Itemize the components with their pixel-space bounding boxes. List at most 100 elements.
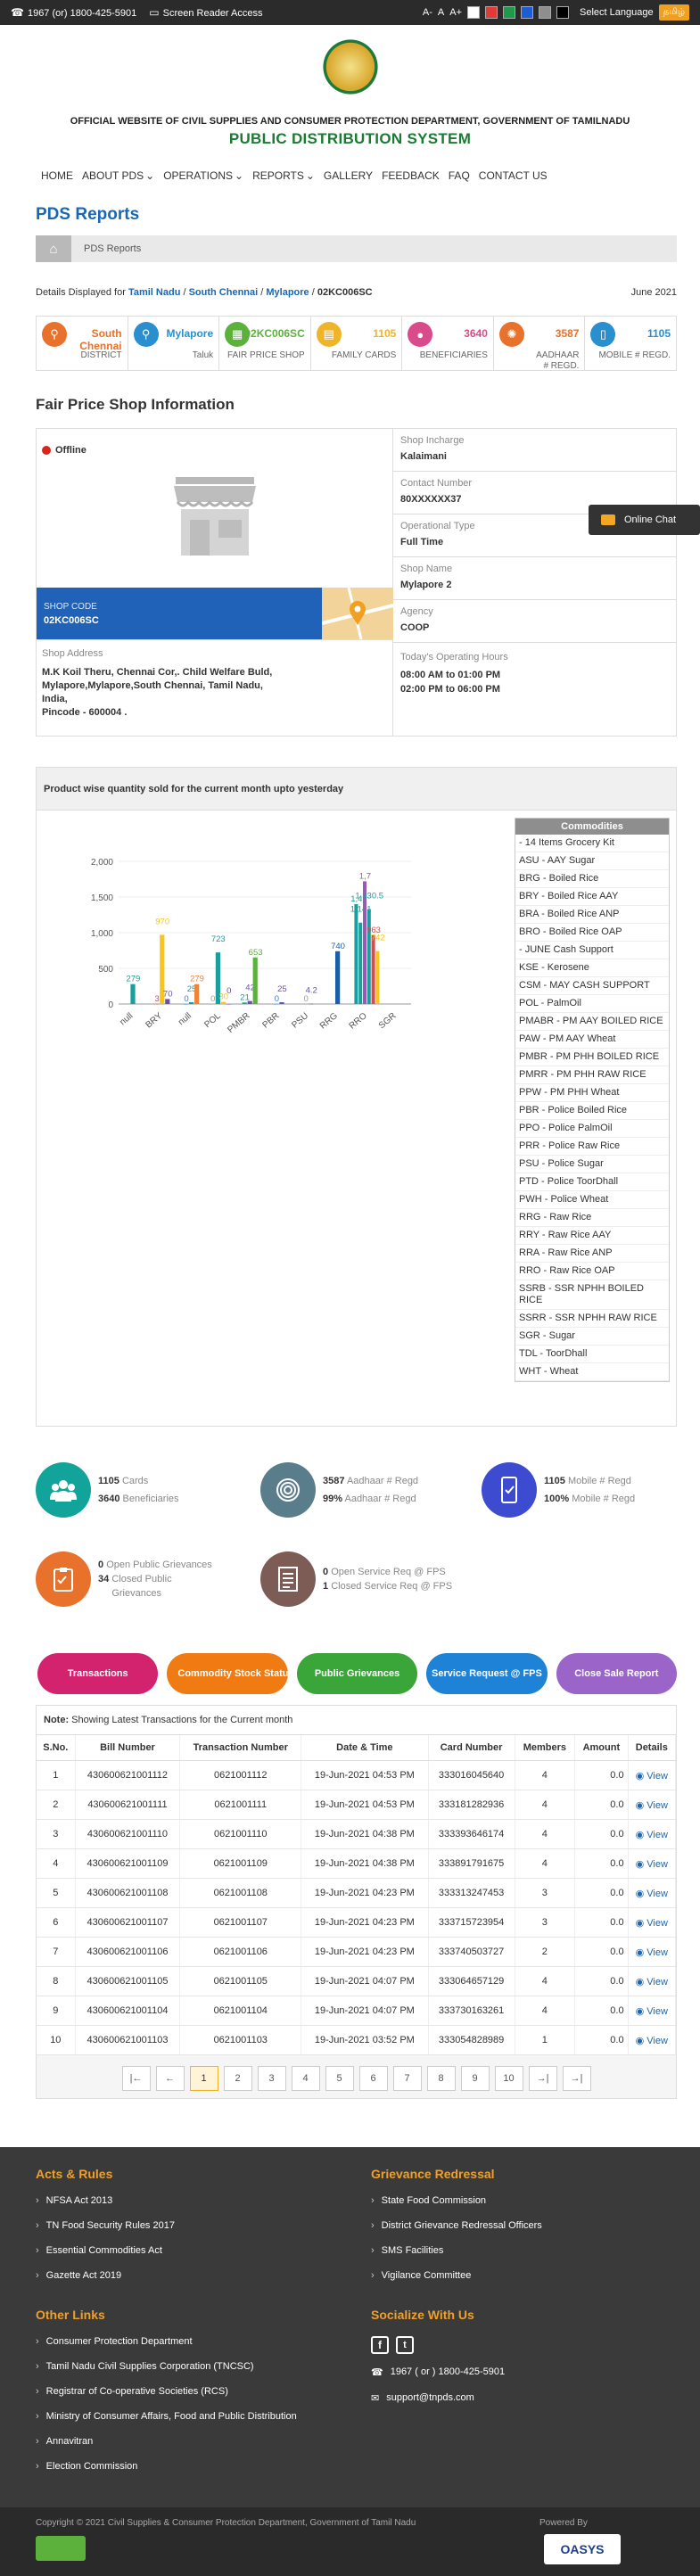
nav-reports[interactable]: REPORTS ⌄	[252, 169, 315, 182]
column-header[interactable]: Members	[515, 1735, 576, 1761]
select-language[interactable]: Select Language	[580, 7, 654, 18]
footer-link[interactable]: NFSA Act 2013	[36, 2195, 175, 2206]
footer-link[interactable]: Essential Commodities Act	[36, 2245, 175, 2256]
column-header[interactable]: Card Number	[428, 1735, 515, 1761]
footer-link[interactable]: SMS Facilities	[371, 2245, 542, 2256]
card-aadhaar[interactable]: ✺ 3587 AADHAAR # REGD.	[494, 317, 586, 371]
twitter-icon[interactable]: t	[396, 2336, 414, 2354]
page-button[interactable]: 9	[460, 2066, 490, 2091]
column-header[interactable]: S.No.	[37, 1735, 76, 1761]
nav-faq[interactable]: FAQ	[449, 169, 470, 182]
column-header[interactable]: Details	[628, 1735, 677, 1761]
theme-swatch-green[interactable]	[503, 6, 516, 19]
column-header[interactable]: Date & Time	[301, 1735, 429, 1761]
data-label: 970	[155, 917, 169, 926]
path-state[interactable]: Tamil Nadu	[128, 287, 180, 298]
view-link[interactable]: ◉ View	[628, 1878, 677, 1908]
page-button[interactable]: 10	[494, 2066, 523, 2091]
view-link[interactable]: ◉ View	[628, 2025, 677, 2055]
footer-link[interactable]: Election Commission	[36, 2461, 297, 2472]
page-button[interactable]: ←	[155, 2066, 185, 2091]
theme-swatch-blue[interactable]	[521, 6, 534, 19]
home-icon[interactable]: ⌂	[36, 235, 71, 262]
facebook-icon[interactable]: f	[371, 2336, 389, 2354]
table-row: 10 430600621001103 0621001103 19-Jun-2021 0…	[37, 2025, 677, 2055]
powered-by-logo[interactable]: OASYS	[544, 2534, 621, 2564]
tamilnadu-emblem-logo[interactable]	[321, 34, 379, 100]
footer-link[interactable]: Consumer Protection Department	[36, 2336, 297, 2347]
page-button[interactable]: 2	[223, 2066, 252, 2091]
footer-link[interactable]: State Food Commission	[371, 2195, 542, 2206]
page-button[interactable]: →|	[562, 2066, 591, 2091]
theme-swatch-grey[interactable]	[539, 6, 552, 19]
page-button[interactable]: 3	[257, 2066, 286, 2091]
footer-link[interactable]: TN Food Security Rules 2017	[36, 2220, 175, 2231]
nav-about-pds[interactable]: ABOUT PDS ⌄	[82, 169, 154, 182]
view-link[interactable]: ◉ View	[628, 1966, 677, 1996]
tab-public-grievances[interactable]: Public Grievances	[296, 1653, 418, 1694]
page-button[interactable]: 6	[358, 2066, 388, 2091]
nav-home[interactable]: HOME	[41, 169, 73, 182]
view-link[interactable]: ◉ View	[628, 1907, 677, 1938]
path-taluk[interactable]: Mylapore	[266, 287, 309, 298]
page-button[interactable]: 5	[325, 2066, 354, 2091]
helpline[interactable]: ☎ 1967 (or) 1800-425-5901	[11, 6, 136, 19]
card-district[interactable]: ⚲ South Chennai DISTRICT	[37, 317, 128, 370]
card-beneficiaries[interactable]: ● 3640 BENEFICIARIES	[402, 317, 494, 370]
period: June 2021	[630, 287, 677, 298]
footer-link[interactable]: Annavitran	[36, 2436, 297, 2447]
page-button[interactable]: |←	[121, 2066, 151, 2091]
theme-swatch-black[interactable]	[556, 6, 570, 19]
footer-link[interactable]: Tamil Nadu Civil Supplies Corporation (T…	[36, 2361, 297, 2372]
mini-map[interactable]	[321, 587, 394, 640]
tab-close-sale-report[interactable]: Close Sale Report	[556, 1653, 677, 1694]
card-family-cards[interactable]: ▤ 1105 FAMILY CARDS	[311, 317, 403, 370]
nav-feedback[interactable]: FEEDBACK	[382, 169, 440, 182]
path-district[interactable]: South Chennai	[189, 287, 259, 298]
font-normal-button[interactable]: A	[438, 7, 444, 18]
tab-transactions[interactable]: Transactions	[37, 1653, 159, 1694]
table-cell: 6	[37, 1907, 76, 1938]
footer-link[interactable]: Gazette Act 2019	[36, 2270, 175, 2281]
table-cell: 5	[37, 1878, 76, 1908]
language-button[interactable]: தமிழ்	[658, 4, 689, 21]
footer-email[interactable]: ✉ support@tnpds.com	[371, 2392, 505, 2404]
screen-reader-link[interactable]: ▭ Screen Reader Access	[149, 6, 262, 19]
transactions-table: S.No. Bill Number Transaction Number Date &…	[37, 1735, 677, 2055]
footer-link[interactable]: Registrar of Co-operative Societies (RCS…	[36, 2386, 297, 2397]
column-header[interactable]: Transaction Number	[179, 1735, 302, 1761]
page-button[interactable]: 1	[189, 2066, 218, 2091]
card-fair-price-shop[interactable]: ▦ 02KC006SC FAIR PRICE SHOP	[219, 317, 311, 370]
table-cell: 0.0	[574, 1819, 629, 1849]
font-increase-button[interactable]: A+	[449, 7, 462, 18]
page-button[interactable]: 8	[426, 2066, 456, 2091]
column-header[interactable]: Amount	[574, 1735, 629, 1761]
view-link[interactable]: ◉ View	[628, 1790, 677, 1820]
card-taluk[interactable]: ⚲ Mylapore Taluk	[128, 317, 220, 370]
footer-link[interactable]: District Grievance Redressal Officers	[371, 2220, 542, 2231]
card-mobile[interactable]: ▯ 1105 MOBILE # REGD.	[585, 317, 676, 370]
tab-commodity-stock[interactable]: Commodity Stock Status	[167, 1653, 288, 1694]
chart-bar	[242, 1002, 247, 1004]
footer-link[interactable]: Vigilance Committee	[371, 2270, 542, 2281]
column-header[interactable]: Bill Number	[75, 1735, 181, 1761]
table-cell: 0621001107	[179, 1907, 302, 1938]
nav-contact-us[interactable]: CONTACT US	[479, 169, 548, 182]
theme-swatch-white[interactable]	[467, 6, 481, 19]
view-link[interactable]: ◉ View	[628, 1819, 677, 1849]
tab-service-request[interactable]: Service Request @ FPS	[426, 1653, 548, 1694]
page-button[interactable]: 7	[392, 2066, 422, 2091]
page-button[interactable]: 4	[291, 2066, 320, 2091]
online-chat-button[interactable]: Online Chat	[589, 505, 700, 535]
view-link[interactable]: ◉ View	[628, 1760, 677, 1790]
view-link[interactable]: ◉ View	[628, 1848, 677, 1879]
theme-swatch-red[interactable]	[485, 6, 498, 19]
table-cell: 19-Jun-2021 04:23 PM	[301, 1878, 429, 1908]
font-decrease-button[interactable]: A-	[423, 7, 432, 18]
nav-gallery[interactable]: GALLERY	[324, 169, 373, 182]
nav-operations[interactable]: OPERATIONS ⌄	[163, 169, 243, 182]
page-button[interactable]: →|	[528, 2066, 557, 2091]
footer-link[interactable]: Ministry of Consumer Affairs, Food and P…	[36, 2411, 297, 2422]
view-link[interactable]: ◉ View	[628, 1937, 677, 1967]
view-link[interactable]: ◉ View	[628, 1996, 677, 2026]
